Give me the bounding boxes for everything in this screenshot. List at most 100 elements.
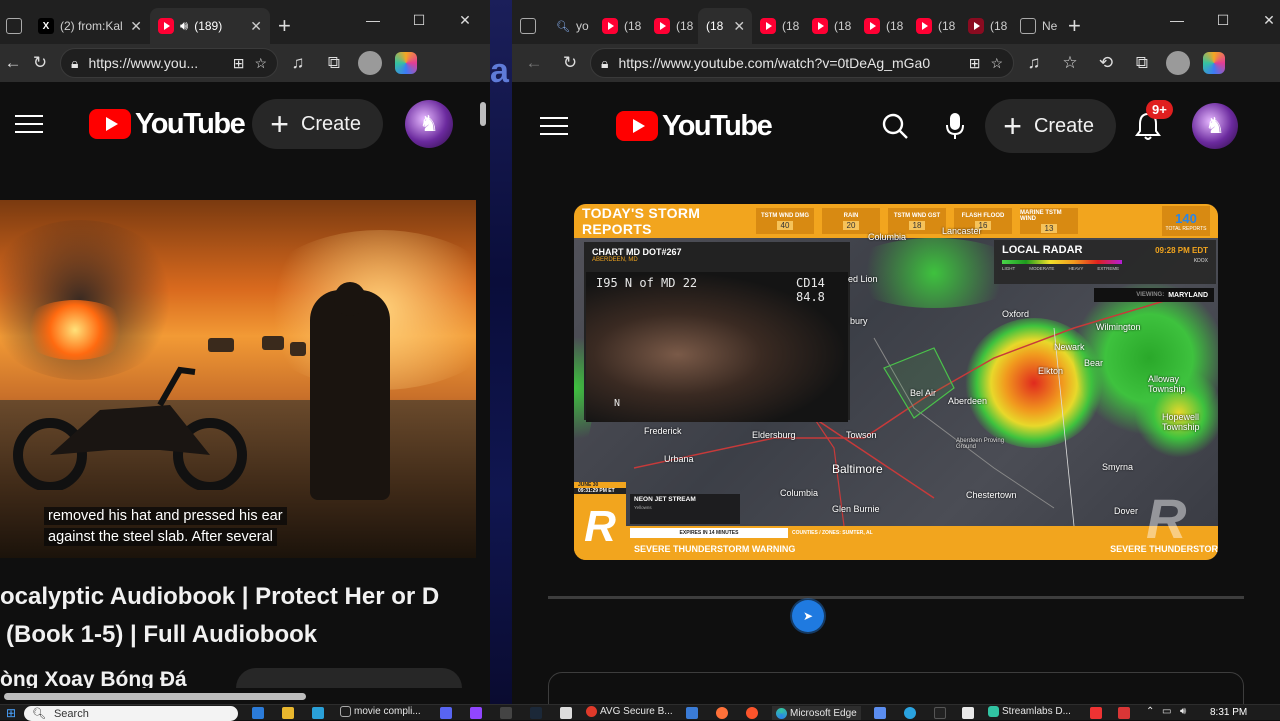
taskbar-item[interactable]: AVG Secure B...: [586, 706, 673, 717]
volume-icon[interactable]: 🔊︎: [1180, 706, 1186, 717]
horizontal-scrollbar[interactable]: [0, 688, 476, 704]
video-player[interactable]: TODAY'S STORM REPORTS TSTM WND DMG 40 RAI…: [574, 204, 1218, 560]
favorite-star-icon[interactable]: ☆: [990, 55, 1003, 72]
video-caption: removed his hat and pressed his ear agai…: [44, 506, 287, 548]
refresh-icon[interactable]: ↻: [24, 48, 56, 78]
app-icon[interactable]: [1118, 707, 1130, 719]
taskbar-search[interactable]: 🔍︎ Search: [24, 706, 238, 721]
copilot-button[interactable]: [390, 48, 422, 78]
tab-youtube-active[interactable]: (18 ✕: [698, 8, 752, 44]
start-icon[interactable]: ⊞: [6, 706, 16, 720]
refresh-icon[interactable]: ↻: [554, 48, 586, 78]
address-bar[interactable]: 🔒︎ https://www.you... ⊞ ☆: [60, 48, 278, 78]
brave-icon[interactable]: [746, 707, 758, 719]
tab-youtube[interactable]: (18: [908, 8, 960, 44]
tab-youtube[interactable]: (18: [804, 8, 856, 44]
new-tab-button[interactable]: +: [270, 8, 299, 44]
favorite-star-icon[interactable]: ☆: [254, 55, 267, 72]
taskbar-item-active[interactable]: Microsoft Edge: [772, 706, 861, 720]
app-icon[interactable]: [500, 707, 512, 719]
back-icon[interactable]: ←: [518, 48, 550, 78]
extension-icon[interactable]: ⧉: [318, 48, 350, 78]
tab-youtube-active[interactable]: 🔊︎ (189) ✕: [150, 8, 270, 44]
camera-title: CHART MD DOT#267: [592, 247, 682, 257]
history-icon[interactable]: ⟲: [1090, 48, 1122, 78]
search-icon[interactable]: [875, 106, 915, 146]
document-icon[interactable]: [560, 707, 572, 719]
pdf-icon[interactable]: [962, 707, 974, 719]
close-icon[interactable]: ✕: [250, 18, 262, 35]
taskbar-item[interactable]: Streamlabs D...: [988, 706, 1071, 717]
video-player[interactable]: [0, 200, 476, 558]
profile-button[interactable]: [1162, 48, 1194, 78]
twitch-icon[interactable]: [470, 707, 482, 719]
right-toolbar: ← ↻ 🔒︎ https://www.youtube.com/watch?v=0…: [512, 44, 1280, 82]
menu-icon[interactable]: [15, 115, 43, 133]
app-icon[interactable]: [1090, 707, 1102, 719]
back-icon[interactable]: ←: [5, 48, 22, 78]
media-control-icon[interactable]: ♫: [282, 48, 314, 78]
address-bar[interactable]: 🔒︎ https://www.youtube.com/watch?v=0tDeA…: [590, 48, 1014, 78]
youtube-logo[interactable]: YouTube: [89, 108, 246, 141]
extension-icon[interactable]: ⧉: [1126, 48, 1158, 78]
new-tab-button[interactable]: +: [1060, 8, 1089, 44]
maximize-icon[interactable]: ☐: [396, 12, 442, 29]
microphone-icon[interactable]: [935, 106, 975, 146]
discord-icon[interactable]: [440, 707, 452, 719]
account-avatar[interactable]: ♞: [1191, 103, 1238, 149]
close-window-icon[interactable]: ✕: [442, 12, 488, 29]
youtube-icon: [812, 18, 828, 34]
close-window-icon[interactable]: ✕: [1246, 12, 1280, 29]
close-icon[interactable]: ✕: [130, 18, 142, 35]
description-panel[interactable]: [548, 672, 1244, 704]
media-control-icon[interactable]: ♫: [1018, 48, 1050, 78]
chevron-up-icon[interactable]: ⌃: [1146, 706, 1154, 717]
telegram-icon[interactable]: [904, 707, 916, 719]
create-button[interactable]: + Create: [252, 99, 383, 149]
tab-youtube[interactable]: (18: [752, 8, 804, 44]
create-button[interactable]: + Create: [985, 99, 1116, 153]
network-icon[interactable]: ▭: [1162, 706, 1171, 717]
tab-label: (18: [706, 19, 724, 33]
right-tab-bar: 🔍︎ yo (18 (18 (18 ✕ (18 (18 (18 (18 (18 Ne…: [512, 0, 1280, 44]
steam-icon[interactable]: [530, 707, 542, 719]
tab-youtube[interactable]: (18: [856, 8, 908, 44]
tab-actions-button[interactable]: [512, 8, 548, 44]
account-avatar[interactable]: ♞: [404, 100, 453, 148]
file-explorer-icon[interactable]: [282, 707, 294, 719]
copilot-button[interactable]: [1198, 48, 1230, 78]
taskbar-item[interactable]: movie compli...: [340, 706, 421, 717]
tab-youtube[interactable]: (18: [646, 8, 698, 44]
close-icon[interactable]: ✕: [733, 18, 745, 35]
video-progress-bar[interactable]: [548, 596, 1244, 599]
app-available-icon[interactable]: ⊞: [233, 55, 245, 72]
city-label: Aberdeen: [948, 396, 988, 406]
app-icon[interactable]: [934, 707, 946, 719]
favorites-icon[interactable]: ☆: [1054, 48, 1086, 78]
tab-actions-button[interactable]: [0, 8, 30, 44]
app-available-icon[interactable]: ⊞: [969, 55, 981, 72]
app-icon[interactable]: [686, 707, 698, 719]
app-icon[interactable]: [252, 707, 264, 719]
city-label: Baltimore: [832, 462, 883, 476]
minimize-icon[interactable]: —: [350, 12, 396, 28]
tab-youtube[interactable]: (18: [594, 8, 646, 44]
stat-label: FLASH FLOOD: [961, 212, 1005, 219]
tab-new[interactable]: Ne: [1012, 8, 1060, 44]
app-icon[interactable]: [312, 707, 324, 719]
stat-value: 20: [842, 220, 860, 230]
app-icon[interactable]: [874, 707, 886, 719]
notifications-bell-icon[interactable]: 9+: [1128, 100, 1173, 146]
profile-button[interactable]: [354, 48, 386, 78]
tab-youtube[interactable]: (18: [960, 8, 1012, 44]
menu-icon[interactable]: [540, 117, 568, 135]
tab-x[interactable]: X (2) from:Kal ✕: [30, 8, 150, 44]
clock[interactable]: 8:31 PM: [1210, 707, 1247, 718]
maximize-icon[interactable]: ☐: [1200, 12, 1246, 29]
firefox-icon[interactable]: [716, 707, 728, 719]
speaker-icon[interactable]: 🔊︎: [180, 18, 188, 34]
minimize-icon[interactable]: —: [1154, 12, 1200, 28]
youtube-logo[interactable]: YouTube: [616, 110, 773, 143]
vertical-scrollbar[interactable]: [476, 82, 490, 688]
tab-search[interactable]: 🔍︎ yo: [548, 8, 594, 44]
